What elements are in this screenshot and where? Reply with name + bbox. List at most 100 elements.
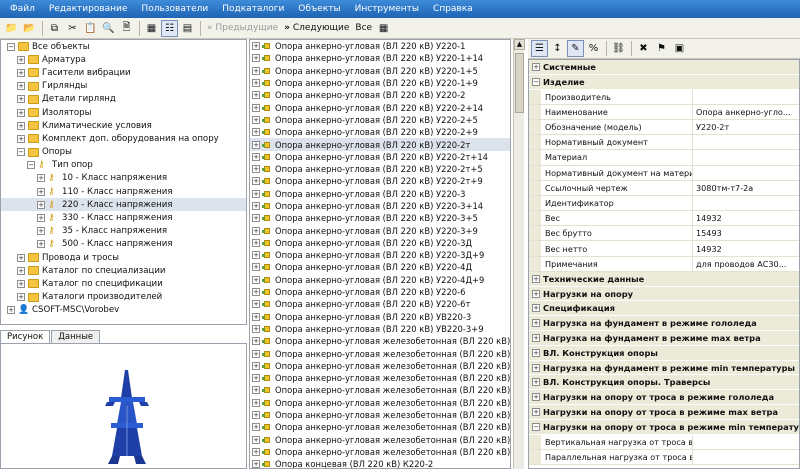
expand-toggle-icon[interactable]: +	[252, 238, 260, 247]
list-item[interactable]: + Опора анкерно-угловая (ВЛ 220 кВ) У220-…	[250, 200, 510, 212]
list-item[interactable]: + Опора анкерно-угловая (ВЛ 220 кВ) У220-…	[250, 138, 510, 151]
expand-toggle-icon[interactable]: +	[252, 79, 260, 88]
expand-toggle-icon[interactable]: +	[37, 187, 45, 196]
expand-toggle-icon[interactable]: +	[252, 54, 260, 63]
tree-node[interactable]: + Изоляторы	[1, 106, 246, 119]
tab-picture[interactable]: Рисунок	[0, 330, 51, 343]
expand-toggle-icon[interactable]: +	[17, 95, 25, 104]
tree-node[interactable]: + Комплект доп. оборудования на опору	[1, 132, 246, 145]
expand-toggle-icon[interactable]: +	[252, 349, 260, 358]
list-item[interactable]: + Опора анкерно-угловая (ВЛ 220 кВ) УВ220…	[250, 311, 510, 323]
property-value[interactable]: 15493	[693, 226, 799, 240]
tree-node[interactable]: + Детали гирлянд	[1, 93, 246, 106]
tree-node[interactable]: − Опоры	[1, 146, 246, 159]
expand-toggle-icon[interactable]: +	[17, 266, 25, 275]
next-button[interactable]: » Следующие	[284, 23, 349, 33]
property-row[interactable]: Наименование Опора анкерно-угло...	[529, 104, 799, 120]
expand-toggle-icon[interactable]: +	[252, 398, 260, 407]
expand-toggle-icon[interactable]: +	[37, 174, 45, 183]
expand-toggle-icon[interactable]: +	[252, 177, 260, 186]
tree-node[interactable]: + Провода и тросы	[1, 251, 246, 264]
paste-icon[interactable]: 📋	[82, 20, 99, 37]
list-item[interactable]: + Опора анкерно-угловая (ВЛ 220 кВ) У220-…	[250, 237, 510, 249]
expand-toggle-icon[interactable]: +	[532, 274, 540, 283]
previous-button[interactable]: « Предыдущие	[207, 23, 278, 33]
property-value[interactable]: 14932	[693, 211, 799, 225]
property-row[interactable]: Производитель	[529, 89, 799, 105]
property-row[interactable]: Обозначение (модель) У220-2т	[529, 119, 799, 136]
expand-toggle-icon[interactable]: +	[252, 66, 260, 75]
expand-toggle-icon[interactable]: +	[252, 324, 260, 333]
expand-toggle-icon[interactable]: +	[252, 288, 260, 297]
property-category[interactable]: + Нагрузка на фундамент в режиме min темп…	[529, 360, 799, 376]
expand-toggle-icon[interactable]: +	[37, 240, 45, 249]
menu-item[interactable]: Подкаталоги	[222, 4, 284, 14]
property-row[interactable]: Ссылочный чертеж 3080тм-т7-2а	[529, 180, 799, 196]
menu-item[interactable]: Инструменты	[355, 4, 419, 14]
list-view-icon[interactable]: ☷	[161, 19, 178, 37]
new-folder-icon[interactable]: 📁	[3, 20, 20, 37]
list-item[interactable]: + Опора анкерно-угловая (ВЛ 220 кВ) У220-…	[250, 77, 510, 89]
expand-toggle-icon[interactable]: +	[532, 348, 540, 357]
expand-toggle-icon[interactable]: +	[17, 82, 25, 91]
property-category[interactable]: + Нагрузки на опору от троса в режиме max…	[529, 405, 799, 420]
scroll-up-arrow-icon[interactable]: ▲	[514, 39, 525, 50]
property-category[interactable]: + ВЛ. Конструкция опоры	[529, 345, 799, 361]
list-item[interactable]: + Опора анкерно-угловая (ВЛ 220 кВ) У220-…	[250, 126, 510, 138]
property-row[interactable]: Вес 14932	[529, 211, 799, 227]
edit-properties-icon[interactable]: ✎	[567, 40, 584, 57]
list-item[interactable]: + Опора анкерно-угловая (ВЛ 220 кВ) У220-…	[250, 212, 510, 224]
menu-item[interactable]: Справка	[433, 4, 473, 14]
tree-node[interactable]: + ⚷ 35 - Класс напряжения	[1, 225, 246, 238]
expand-toggle-icon[interactable]: +	[532, 333, 540, 342]
expand-toggle-icon[interactable]: +	[532, 62, 540, 71]
list-item[interactable]: + Опора анкерно-угловая (ВЛ 220 кВ) У220-…	[250, 114, 510, 126]
expand-toggle-icon[interactable]: +	[532, 393, 540, 402]
property-value[interactable]	[693, 196, 799, 210]
alphabetical-sort-icon[interactable]: ↕	[549, 40, 566, 57]
percent-icon[interactable]: %	[585, 40, 602, 57]
list-item[interactable]: + Опора анкерно-угловая железобетонная (В…	[250, 360, 510, 372]
property-category[interactable]: + Нагрузка на фундамент в режиме гололеда	[529, 316, 799, 332]
list-item[interactable]: + Опора анкерно-угловая (ВЛ 220 кВ) УВ220…	[250, 323, 510, 335]
property-row[interactable]: Нормативный документ	[529, 135, 799, 151]
list-item[interactable]: + Опора анкерно-угловая железобетонная (В…	[250, 384, 510, 396]
list-item[interactable]: + Опора анкерно-угловая (ВЛ 220 кВ) У220-…	[250, 151, 510, 163]
tree-node[interactable]: + Гирлянды	[1, 80, 246, 93]
export-icon[interactable]: 🗎	[118, 20, 135, 37]
property-category[interactable]: + Нагрузки на опору	[529, 286, 799, 302]
tree-node[interactable]: − Все объекты	[1, 40, 246, 53]
scroll-thumb[interactable]	[515, 53, 524, 113]
expand-toggle-icon[interactable]: +	[252, 165, 260, 174]
tree-node[interactable]: + ⚷ 10 - Класс напряжения	[1, 172, 246, 185]
list-item[interactable]: + Опора анкерно-угловая (ВЛ 220 кВ) У220-…	[250, 274, 510, 286]
expand-toggle-icon[interactable]: +	[252, 128, 260, 137]
expand-toggle-icon[interactable]: +	[532, 407, 540, 416]
list-item[interactable]: + Опора анкерно-угловая (ВЛ 220 кВ) У220-…	[250, 52, 510, 64]
property-value[interactable]	[693, 166, 799, 180]
list-item[interactable]: + Опора анкерно-угловая (ВЛ 220 кВ) У220-…	[250, 298, 510, 310]
expand-toggle-icon[interactable]: −	[17, 148, 25, 157]
expand-toggle-icon[interactable]: +	[17, 121, 25, 130]
menu-item[interactable]: Редактирование	[49, 4, 128, 14]
object-list-scrollbar[interactable]: ▲	[513, 39, 525, 469]
list-item[interactable]: + Опора анкерно-угловая (ВЛ 220 кВ) У220-…	[250, 163, 510, 175]
expand-toggle-icon[interactable]: +	[252, 152, 260, 161]
expand-toggle-icon[interactable]: +	[252, 214, 260, 223]
property-value[interactable]: 3080тм-т7-2а	[693, 181, 799, 195]
expand-toggle-icon[interactable]: +	[37, 227, 45, 236]
property-category[interactable]: + Технические данные	[529, 271, 799, 287]
tree-node[interactable]: − ⚷ Тип опор	[1, 159, 246, 172]
expand-toggle-icon[interactable]: +	[252, 374, 260, 383]
property-row[interactable]: Параллельная нагрузка от троса в...	[529, 449, 799, 465]
expand-toggle-icon[interactable]: +	[252, 337, 260, 346]
property-value[interactable]	[693, 435, 799, 449]
property-category[interactable]: + ВЛ. Конструкция опоры. Траверсы	[529, 375, 799, 391]
list-item[interactable]: + Опора анкерно-угловая (ВЛ 220 кВ) У220-…	[250, 261, 510, 273]
list-item[interactable]: + Опора анкерно-угловая (ВЛ 220 кВ) У220-…	[250, 175, 510, 187]
list-item[interactable]: + Опора анкерно-угловая железобетонная (В…	[250, 335, 510, 347]
list-item[interactable]: + Опора анкерно-угловая железобетонная (В…	[250, 372, 510, 384]
list-item[interactable]: + Опора анкерно-угловая (ВЛ 220 кВ) У220-…	[250, 65, 510, 77]
property-row[interactable]: Вертикальная нагрузка от троса в р...	[529, 434, 799, 450]
list-item[interactable]: + Опора анкерно-угловая (ВЛ 220 кВ) У220-…	[250, 224, 510, 236]
